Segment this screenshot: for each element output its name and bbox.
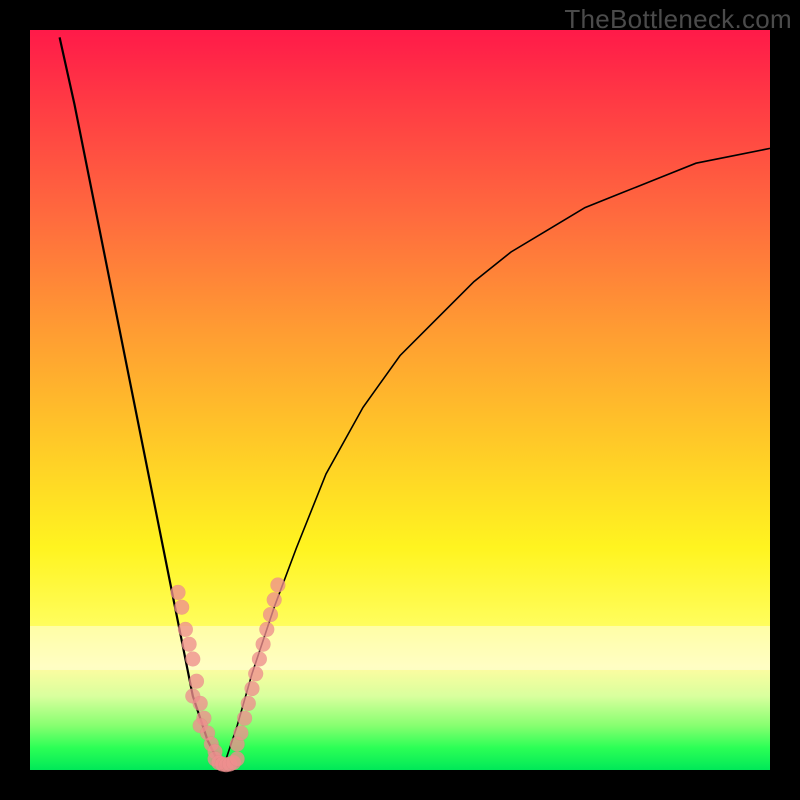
highlight-dot <box>185 652 200 667</box>
highlight-dot <box>245 681 260 696</box>
highlight-dot <box>233 726 248 741</box>
highlight-dot <box>193 696 208 711</box>
site-watermark: TheBottleneck.com <box>564 4 792 35</box>
highlight-dot <box>241 696 256 711</box>
highlight-dot <box>248 666 263 681</box>
highlight-dot <box>270 578 285 593</box>
curves-svg <box>30 30 770 770</box>
highlight-dot <box>174 600 189 615</box>
highlight-dot <box>189 674 204 689</box>
highlight-dot <box>171 585 186 600</box>
highlight-dot <box>237 711 252 726</box>
highlight-dot <box>252 652 267 667</box>
highlight-dot <box>182 637 197 652</box>
highlight-dot <box>259 622 274 637</box>
highlight-dot <box>230 751 245 766</box>
highlight-dot <box>263 607 278 622</box>
highlight-dot <box>267 592 282 607</box>
highlight-dot <box>178 622 193 637</box>
chart-frame: TheBottleneck.com <box>0 0 800 800</box>
right-curve <box>222 148 770 770</box>
highlight-dot <box>256 637 271 652</box>
